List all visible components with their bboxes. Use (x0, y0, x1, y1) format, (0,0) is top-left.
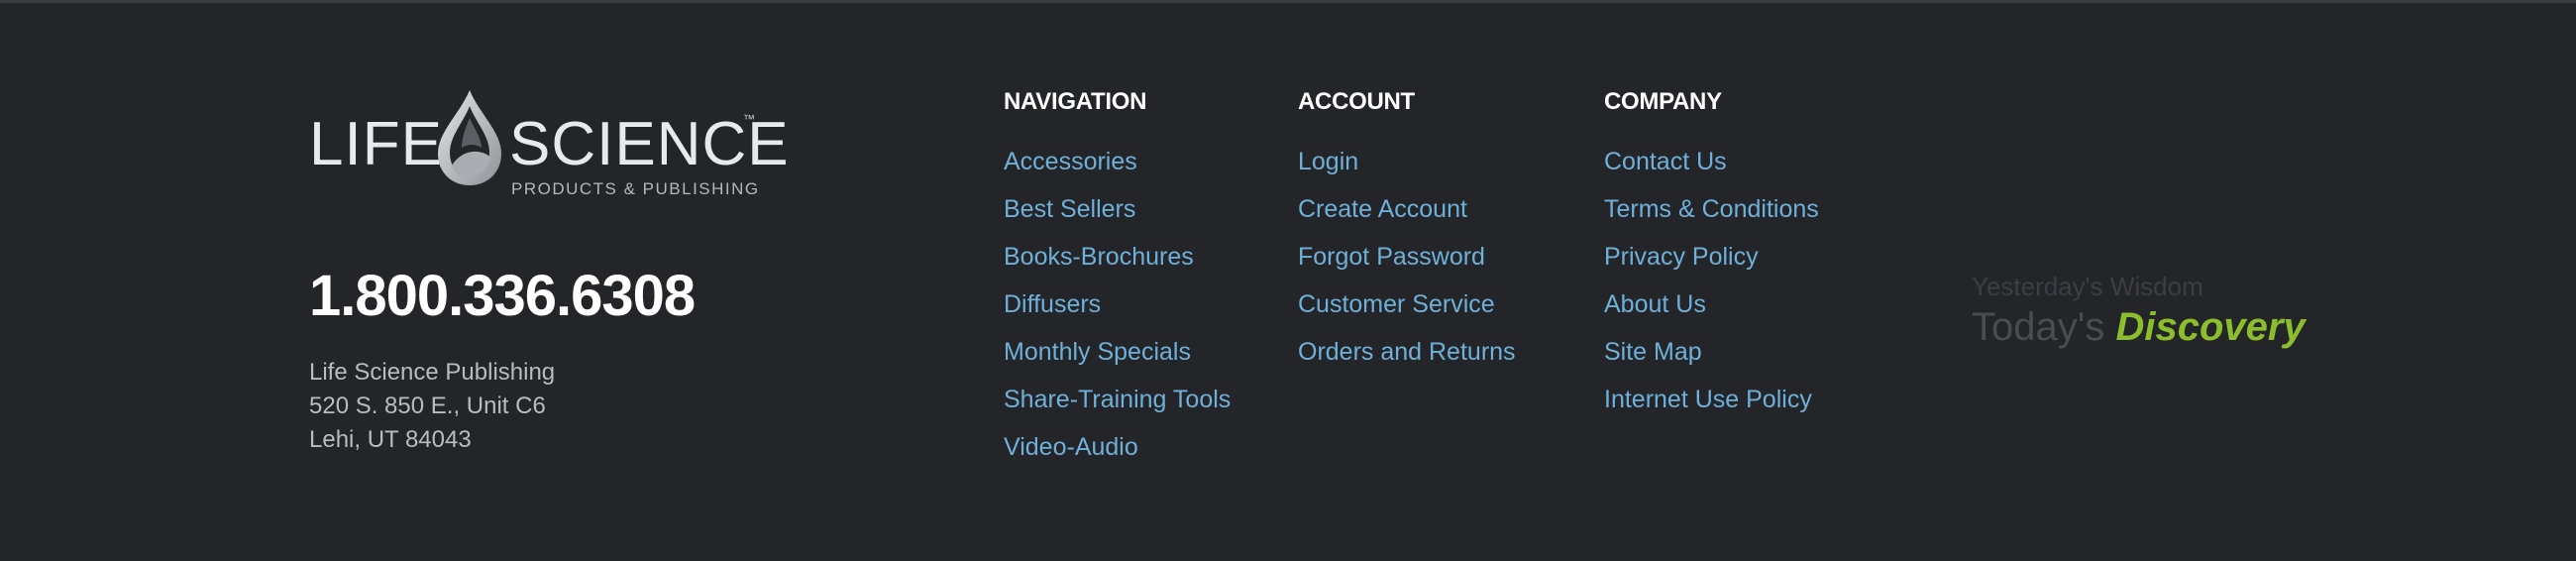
tagline-accent: Discovery (2115, 305, 2306, 349)
nav-link-best-sellers[interactable]: Best Sellers (1004, 185, 1231, 233)
company-link-about-us[interactable]: About Us (1604, 280, 1819, 328)
address-line: Lehi, UT 84043 (309, 426, 472, 453)
water-drop-icon (438, 90, 501, 185)
phone-number[interactable]: 1.800.336.6308 (309, 263, 696, 329)
company-column: COMPANY Contact Us Terms & Conditions Pr… (1604, 86, 1819, 423)
company-links: Contact Us Terms & Conditions Privacy Po… (1604, 138, 1819, 423)
account-link-customer-service[interactable]: Customer Service (1298, 280, 1516, 328)
navigation-links: Accessories Best Sellers Books-Brochures… (1004, 138, 1231, 471)
address-line: Life Science Publishing (309, 359, 556, 386)
logo-word-life: LIFE (309, 110, 443, 178)
navigation-heading: NAVIGATION (1004, 88, 1147, 115)
company-link-site-map[interactable]: Site Map (1604, 328, 1819, 376)
account-link-forgot-password[interactable]: Forgot Password (1298, 233, 1516, 280)
company-link-internet-use-policy[interactable]: Internet Use Policy (1604, 376, 1819, 423)
account-link-orders-returns[interactable]: Orders and Returns (1298, 328, 1516, 376)
account-heading: ACCOUNT (1298, 88, 1415, 115)
account-links: Login Create Account Forgot Password Cus… (1298, 138, 1516, 376)
logo[interactable]: LIFE SCIENCE ™ PRODUCTS & PUBLISHING (309, 86, 789, 205)
address-block: Life Science Publishing 520 S. 850 E., U… (309, 356, 555, 457)
nav-link-diffusers[interactable]: Diffusers (1004, 280, 1231, 328)
tagline-big: Today's Discovery (1972, 302, 2306, 352)
nav-link-accessories[interactable]: Accessories (1004, 138, 1231, 185)
account-column: ACCOUNT Login Create Account Forgot Pass… (1298, 86, 1516, 376)
logo-subtitle: PRODUCTS & PUBLISHING (511, 179, 760, 198)
company-link-terms-conditions[interactable]: Terms & Conditions (1604, 185, 1819, 233)
tagline-small: Yesterday's Wisdom (1972, 272, 2203, 301)
nav-link-video-audio[interactable]: Video-Audio (1004, 423, 1231, 471)
tagline-prefix: Today's (1972, 305, 2105, 349)
tagline: Yesterday's Wisdom Today's Discovery (1972, 271, 2306, 352)
trademark-mark: ™ (743, 112, 755, 126)
site-footer: LIFE SCIENCE ™ PRODUCTS & PUBLISHING 1.8… (0, 0, 2576, 561)
nav-link-share-training-tools[interactable]: Share-Training Tools (1004, 376, 1231, 423)
company-heading: COMPANY (1604, 88, 1722, 115)
navigation-column: NAVIGATION Accessories Best Sellers Book… (1004, 86, 1231, 471)
account-link-create-account[interactable]: Create Account (1298, 185, 1516, 233)
brand-block: LIFE SCIENCE ™ PRODUCTS & PUBLISHING (309, 86, 789, 205)
nav-link-monthly-specials[interactable]: Monthly Specials (1004, 328, 1231, 376)
company-link-contact-us[interactable]: Contact Us (1604, 138, 1819, 185)
nav-link-books-brochures[interactable]: Books-Brochures (1004, 233, 1231, 280)
address-line: 520 S. 850 E., Unit C6 (309, 393, 546, 419)
company-link-privacy-policy[interactable]: Privacy Policy (1604, 233, 1819, 280)
account-link-login[interactable]: Login (1298, 138, 1516, 185)
